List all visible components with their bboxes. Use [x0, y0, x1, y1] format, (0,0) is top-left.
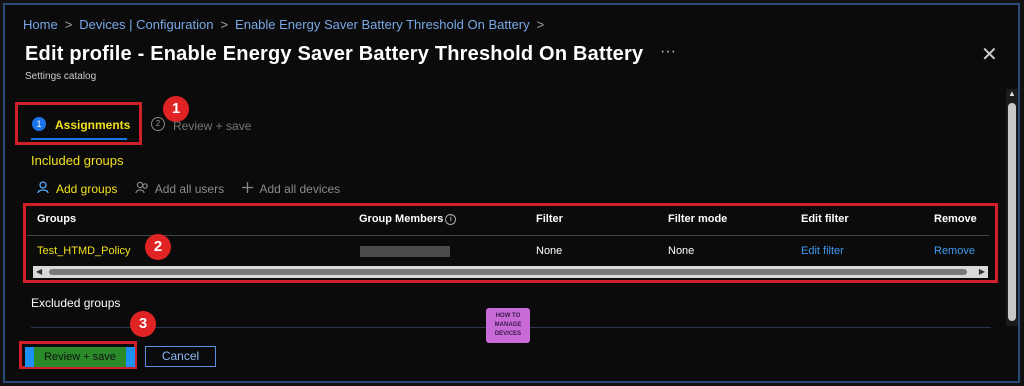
scroll-right-icon[interactable]: ▶ — [979, 266, 985, 278]
close-icon[interactable]: ✕ — [981, 45, 998, 65]
logo-line-1: HOW TO — [495, 313, 521, 319]
step-number-review: 2 — [151, 117, 165, 131]
horizontal-scrollbar[interactable]: ◀ ▶ — [33, 266, 988, 278]
add-all-users-label: Add all users — [154, 182, 225, 196]
logo-line-2: MANAGE — [494, 322, 522, 328]
horizontal-scroll-thumb[interactable] — [49, 269, 967, 275]
add-all-devices-label: Add all devices — [259, 182, 341, 196]
tab-review-save[interactable]: Review + save — [173, 119, 251, 133]
column-header-group-members-label: Group Members — [359, 213, 444, 225]
cancel-button[interactable]: Cancel — [145, 346, 216, 367]
logo-line-3: DEVICES — [494, 331, 522, 337]
breadcrumb-separator: > — [64, 17, 73, 32]
group-toolbar: Add groups Add all users Add all devices — [37, 181, 354, 197]
table-header-divider — [27, 235, 989, 236]
column-header-filter: Filter — [536, 213, 563, 225]
add-person-icon — [37, 181, 51, 197]
filter-mode-cell: None — [668, 245, 695, 257]
group-members-redacted — [360, 246, 450, 257]
edit-profile-panel: Home > Devices | Configuration > Enable Ener… — [3, 3, 1020, 383]
breadcrumb-devices-configuration[interactable]: Devices | Configuration — [79, 17, 213, 32]
breadcrumb-separator: > — [220, 17, 229, 32]
step-number-assignments: 1 — [32, 117, 46, 131]
plus-icon — [241, 181, 254, 197]
vertical-scrollbar[interactable]: ▲ — [1006, 89, 1018, 326]
more-options-icon[interactable]: ··· — [660, 43, 676, 61]
remove-link[interactable]: Remove — [934, 245, 975, 257]
add-groups-label: Add groups — [56, 182, 118, 196]
excluded-groups-title: Excluded groups — [31, 296, 121, 310]
add-all-users-button[interactable]: Add all users — [135, 181, 224, 197]
vertical-scroll-thumb[interactable] — [1008, 103, 1016, 321]
callout-number-2: 2 — [145, 234, 171, 260]
column-header-filter-mode: Filter mode — [668, 213, 728, 225]
scroll-up-icon[interactable]: ▲ — [1008, 89, 1016, 98]
review-save-button[interactable]: Review + save — [25, 347, 135, 367]
breadcrumb: Home > Devices | Configuration > Enable Ener… — [23, 17, 551, 32]
group-name-cell: Test_HTMD_Policy — [37, 245, 131, 257]
column-header-remove: Remove — [934, 213, 977, 225]
included-groups-title: Included groups — [31, 153, 124, 168]
column-header-group-members: Group Members i — [359, 213, 457, 225]
watermark-logo: HOW TO MANAGE DEVICES — [486, 308, 530, 343]
breadcrumb-profile[interactable]: Enable Energy Saver Battery Threshold On… — [235, 17, 530, 32]
scroll-left-icon[interactable]: ◀ — [36, 266, 42, 278]
page-title: Edit profile - Enable Energy Saver Batte… — [25, 43, 644, 65]
edit-filter-link[interactable]: Edit filter — [801, 245, 844, 257]
breadcrumb-home[interactable]: Home — [23, 17, 58, 32]
tab-assignments[interactable]: Assignments — [55, 118, 130, 132]
add-groups-button[interactable]: Add groups — [37, 181, 117, 197]
add-all-devices-button[interactable]: Add all devices — [241, 181, 340, 197]
info-icon[interactable]: i — [445, 213, 457, 225]
column-header-groups: Groups — [37, 213, 77, 225]
page-subtitle: Settings catalog — [25, 71, 97, 82]
breadcrumb-separator: > — [536, 17, 545, 32]
column-header-edit-filter: Edit filter — [801, 213, 849, 225]
filter-cell: None — [536, 245, 563, 257]
active-tab-indicator — [31, 138, 127, 140]
callout-number-3: 3 — [130, 311, 156, 337]
users-icon — [135, 181, 150, 197]
